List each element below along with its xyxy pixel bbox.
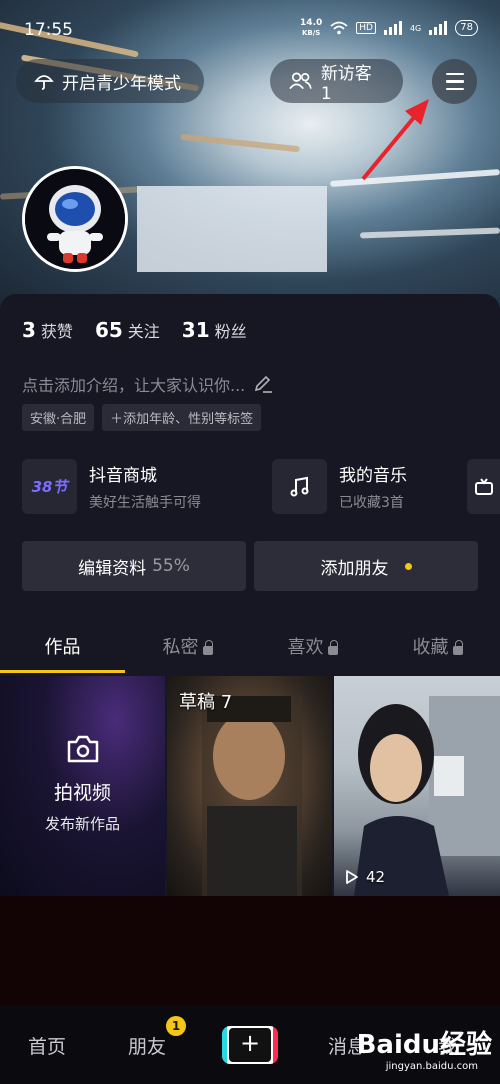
content-tabs: 作品 私密 喜欢 收藏 — [0, 622, 500, 674]
people-icon — [289, 72, 312, 90]
tab-label: 喜欢 — [287, 637, 324, 658]
net-speed-value: 14.0 — [300, 18, 323, 28]
followers-stat[interactable]: 31 粉丝 — [182, 318, 247, 342]
profile-completion-percent: 55% — [152, 556, 190, 576]
avatar[interactable] — [22, 166, 128, 272]
music-note-icon — [272, 459, 327, 514]
lock-icon — [452, 639, 463, 655]
teen-mode-label: 开启青少年模式 — [62, 73, 181, 94]
tab-label: 作品 — [44, 637, 81, 658]
signal-icon-2 — [429, 21, 448, 35]
add-friend-label: 添加朋友 — [320, 558, 389, 579]
tab-works[interactable]: 作品 — [0, 622, 125, 674]
service-title: 抖音商城 — [89, 466, 157, 486]
shoot-video-tile[interactable]: 拍视频 发布新作品 — [0, 676, 165, 896]
drafts-tile[interactable]: 草稿 7 — [167, 676, 332, 896]
lock-icon — [202, 639, 213, 655]
add-tags-button[interactable]: ＋添加年龄、性别等标签 — [102, 404, 262, 431]
following-stat[interactable]: 65 关注 — [95, 318, 160, 342]
notification-dot — [404, 562, 412, 570]
play-count: 42 — [344, 868, 385, 886]
hd-icon: HD — [356, 22, 376, 34]
tab-label: 私密 — [162, 637, 199, 658]
service-subtitle: 已收藏3首 — [339, 495, 404, 511]
likes-stat[interactable]: 3 获赞 — [22, 318, 73, 342]
edit-profile-button[interactable]: 编辑资料 55% — [22, 541, 246, 591]
status-time: 17:55 — [24, 20, 73, 40]
username-blurred — [137, 186, 327, 272]
network-type: 4G — [409, 23, 422, 33]
tab-favorites[interactable]: 收藏 — [375, 622, 500, 674]
service-douyin-mall[interactable]: 38节 抖音商城 美好生活触手可得 — [22, 459, 201, 514]
astronaut-avatar-image — [25, 169, 125, 269]
tab-private[interactable]: 私密 — [125, 622, 250, 674]
signal-icon — [383, 21, 402, 35]
baidu-watermark: Baidu经验 — [356, 1030, 492, 1060]
tv-icon — [474, 477, 493, 495]
nav-friends[interactable]: 朋友 — [128, 1032, 166, 1059]
likes-count: 3 — [22, 318, 36, 342]
net-speed: 14.0 KB/S — [300, 18, 322, 38]
play-icon — [346, 870, 358, 884]
service-my-music[interactable]: 我的音乐 已收藏3首 — [272, 459, 407, 514]
profile-stats: 3 获赞 65 关注 31 粉丝 — [22, 318, 247, 342]
camera-icon — [67, 735, 98, 763]
hamburger-icon — [445, 72, 464, 76]
bio-placeholder: 点击添加介绍，让大家认识你... — [22, 376, 246, 395]
status-icons: 14.0 KB/S HD 4G 78 — [300, 18, 478, 38]
annotation-arrow — [361, 99, 429, 181]
battery-indicator: 78 — [455, 20, 478, 36]
edit-profile-label: 编辑资料 — [78, 558, 147, 579]
following-label: 关注 — [127, 322, 160, 341]
followers-label: 粉丝 — [214, 322, 247, 341]
menu-button[interactable] — [432, 59, 477, 104]
profile-tags: 安徽·合肥 ＋添加年龄、性别等标签 — [22, 404, 262, 431]
teen-mode-button[interactable]: 开启青少年模式 — [16, 59, 204, 103]
nav-home[interactable]: 首页 — [28, 1032, 66, 1059]
bio-field[interactable]: 点击添加介绍，让大家认识你... — [22, 372, 273, 396]
status-bar: 17:55 14.0 KB/S HD 4G 78 — [0, 0, 500, 60]
active-tab-indicator — [0, 670, 125, 673]
tab-label: 收藏 — [412, 637, 449, 658]
wifi-icon — [330, 21, 348, 35]
following-count: 65 — [94, 318, 123, 342]
38-festival-icon: 38节 — [22, 459, 77, 514]
video-tile[interactable]: 42 — [334, 676, 500, 896]
content-area-dark — [0, 896, 500, 1006]
38-festival-icon-text: 38节 — [31, 478, 68, 496]
service-more[interactable] — [467, 459, 500, 514]
shoot-video-subtitle: 发布新作品 — [44, 815, 120, 833]
draft-count-label: 草稿 7 — [179, 692, 233, 713]
shoot-video-title: 拍视频 — [53, 782, 111, 804]
cover-streak — [180, 133, 300, 153]
followers-count: 31 — [181, 318, 210, 342]
tab-likes[interactable]: 喜欢 — [250, 622, 375, 674]
plus-icon: + — [227, 1026, 273, 1064]
likes-label: 获赞 — [40, 322, 73, 341]
cover-streak — [359, 227, 500, 239]
lock-icon — [327, 639, 338, 655]
create-post-button[interactable]: + — [222, 1026, 278, 1064]
play-count-value: 42 — [366, 868, 386, 886]
video-thumbnail-image — [354, 696, 500, 896]
add-friend-button[interactable]: 添加朋友 — [254, 541, 478, 591]
friends-badge: 1 — [166, 1016, 186, 1036]
service-title: 我的音乐 — [339, 466, 407, 486]
pencil-icon — [255, 375, 273, 393]
location-tag[interactable]: 安徽·合肥 — [22, 404, 95, 431]
umbrella-icon — [34, 75, 54, 90]
service-subtitle: 美好生活触手可得 — [89, 495, 201, 511]
net-speed-unit: KB/S — [301, 29, 321, 37]
baidu-watermark-url: jingyan.baidu.com — [385, 1061, 478, 1072]
